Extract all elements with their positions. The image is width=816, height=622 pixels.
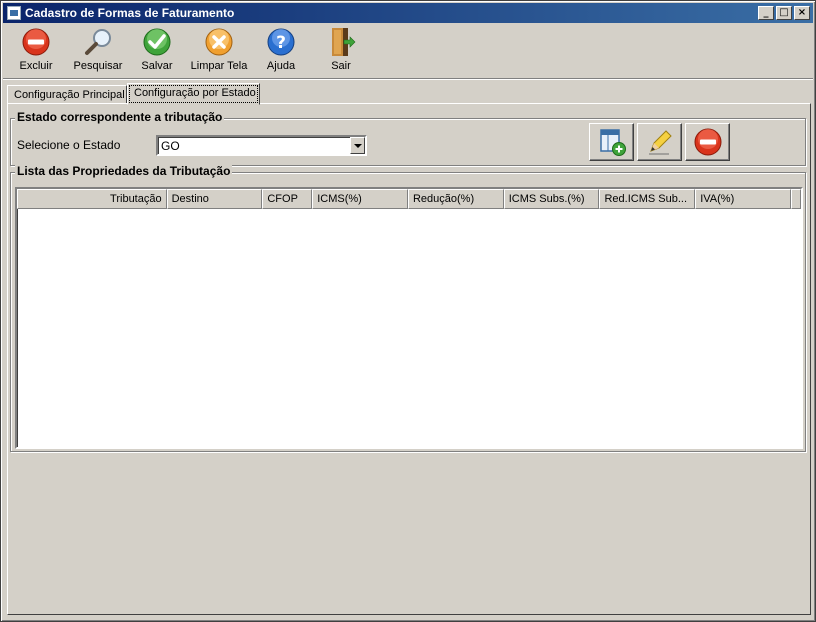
chevron-down-icon[interactable]	[350, 137, 365, 154]
lista-group-title: Lista das Propriedades da Tributação	[15, 164, 233, 178]
add-row-icon	[599, 129, 626, 156]
app-icon	[7, 6, 21, 20]
toolbar: Excluir Pesquisar Salvar Limpar Tela ? A…	[3, 24, 813, 78]
toolbar-label: Pesquisar	[73, 60, 123, 72]
tab-label: Configuração por Estado	[134, 87, 256, 99]
minimize-button[interactable]: _	[758, 6, 774, 20]
delete-icon	[19, 26, 53, 58]
tab-panel: Estado correspondente a tributação Selec…	[7, 103, 811, 615]
column-header[interactable]: Redução(%)	[407, 189, 504, 209]
column-header[interactable]: IVA(%)	[695, 189, 791, 209]
column-header[interactable]: Tributação	[17, 189, 167, 209]
salvar-button[interactable]: Salvar	[135, 26, 179, 76]
maximize-button[interactable]: □	[776, 6, 792, 20]
excluir-button[interactable]: Excluir	[11, 26, 61, 76]
remove-row-button[interactable]	[685, 123, 730, 161]
edit-row-button[interactable]	[637, 123, 682, 161]
toolbar-label: Ajuda	[266, 60, 296, 72]
propriedades-listview[interactable]: Tributação Destino CFOP ICMS(%) Redução(…	[15, 187, 803, 449]
estado-select[interactable]: GO	[156, 135, 367, 156]
pencil-icon	[648, 130, 672, 155]
main-window: Cadastro de Formas de Faturamento _ □ × …	[0, 0, 816, 622]
toolbar-label: Salvar	[141, 60, 173, 72]
svg-text:?: ?	[276, 33, 286, 53]
help-icon: ?	[264, 26, 298, 58]
exit-door-icon	[324, 26, 358, 58]
toolbar-divider	[3, 78, 813, 80]
toolbar-label: Sair	[331, 60, 351, 72]
toolbar-label: Limpar Tela	[190, 60, 248, 72]
lista-groupbox: Lista das Propriedades da Tributação Tri…	[10, 164, 806, 452]
close-button[interactable]: ×	[794, 6, 810, 20]
column-header[interactable]: Destino	[166, 189, 263, 209]
tab-label: Configuração Principal	[14, 89, 125, 101]
column-header[interactable]: ICMS Subs.(%)	[503, 189, 600, 209]
estado-groupbox: Estado correspondente a tributação Selec…	[10, 110, 806, 166]
column-header[interactable]: CFOP	[262, 189, 313, 209]
tab-configuracao-principal[interactable]: Configuração Principal	[7, 85, 127, 104]
toolbar-label: Excluir	[19, 60, 53, 72]
column-header[interactable]: Red.ICMS Sub...	[599, 189, 696, 209]
column-header[interactable]: ICMS(%)	[312, 189, 408, 209]
title-bar[interactable]: Cadastro de Formas de Faturamento _ □ ×	[3, 3, 813, 23]
tab-configuracao-por-estado[interactable]: Configuração por Estado	[127, 83, 260, 105]
estado-selected-value: GO	[161, 139, 180, 153]
sair-button[interactable]: Sair	[321, 26, 361, 76]
ajuda-button[interactable]: ? Ajuda	[259, 26, 303, 76]
add-row-button[interactable]	[589, 123, 634, 161]
delete-icon	[694, 128, 721, 156]
listview-header: Tributação Destino CFOP ICMS(%) Redução(…	[17, 189, 801, 209]
clear-icon	[202, 26, 236, 58]
estado-label: Selecione o Estado	[17, 138, 121, 152]
pesquisar-button[interactable]: Pesquisar	[69, 26, 127, 76]
estado-group-title: Estado correspondente a tributação	[15, 110, 225, 124]
window-controls: _ □ ×	[758, 6, 810, 20]
column-header-filler	[790, 189, 801, 209]
magnifier-icon	[81, 26, 115, 58]
limpar-tela-button[interactable]: Limpar Tela	[189, 26, 249, 76]
check-icon	[140, 26, 174, 58]
window-title: Cadastro de Formas de Faturamento	[25, 6, 235, 20]
